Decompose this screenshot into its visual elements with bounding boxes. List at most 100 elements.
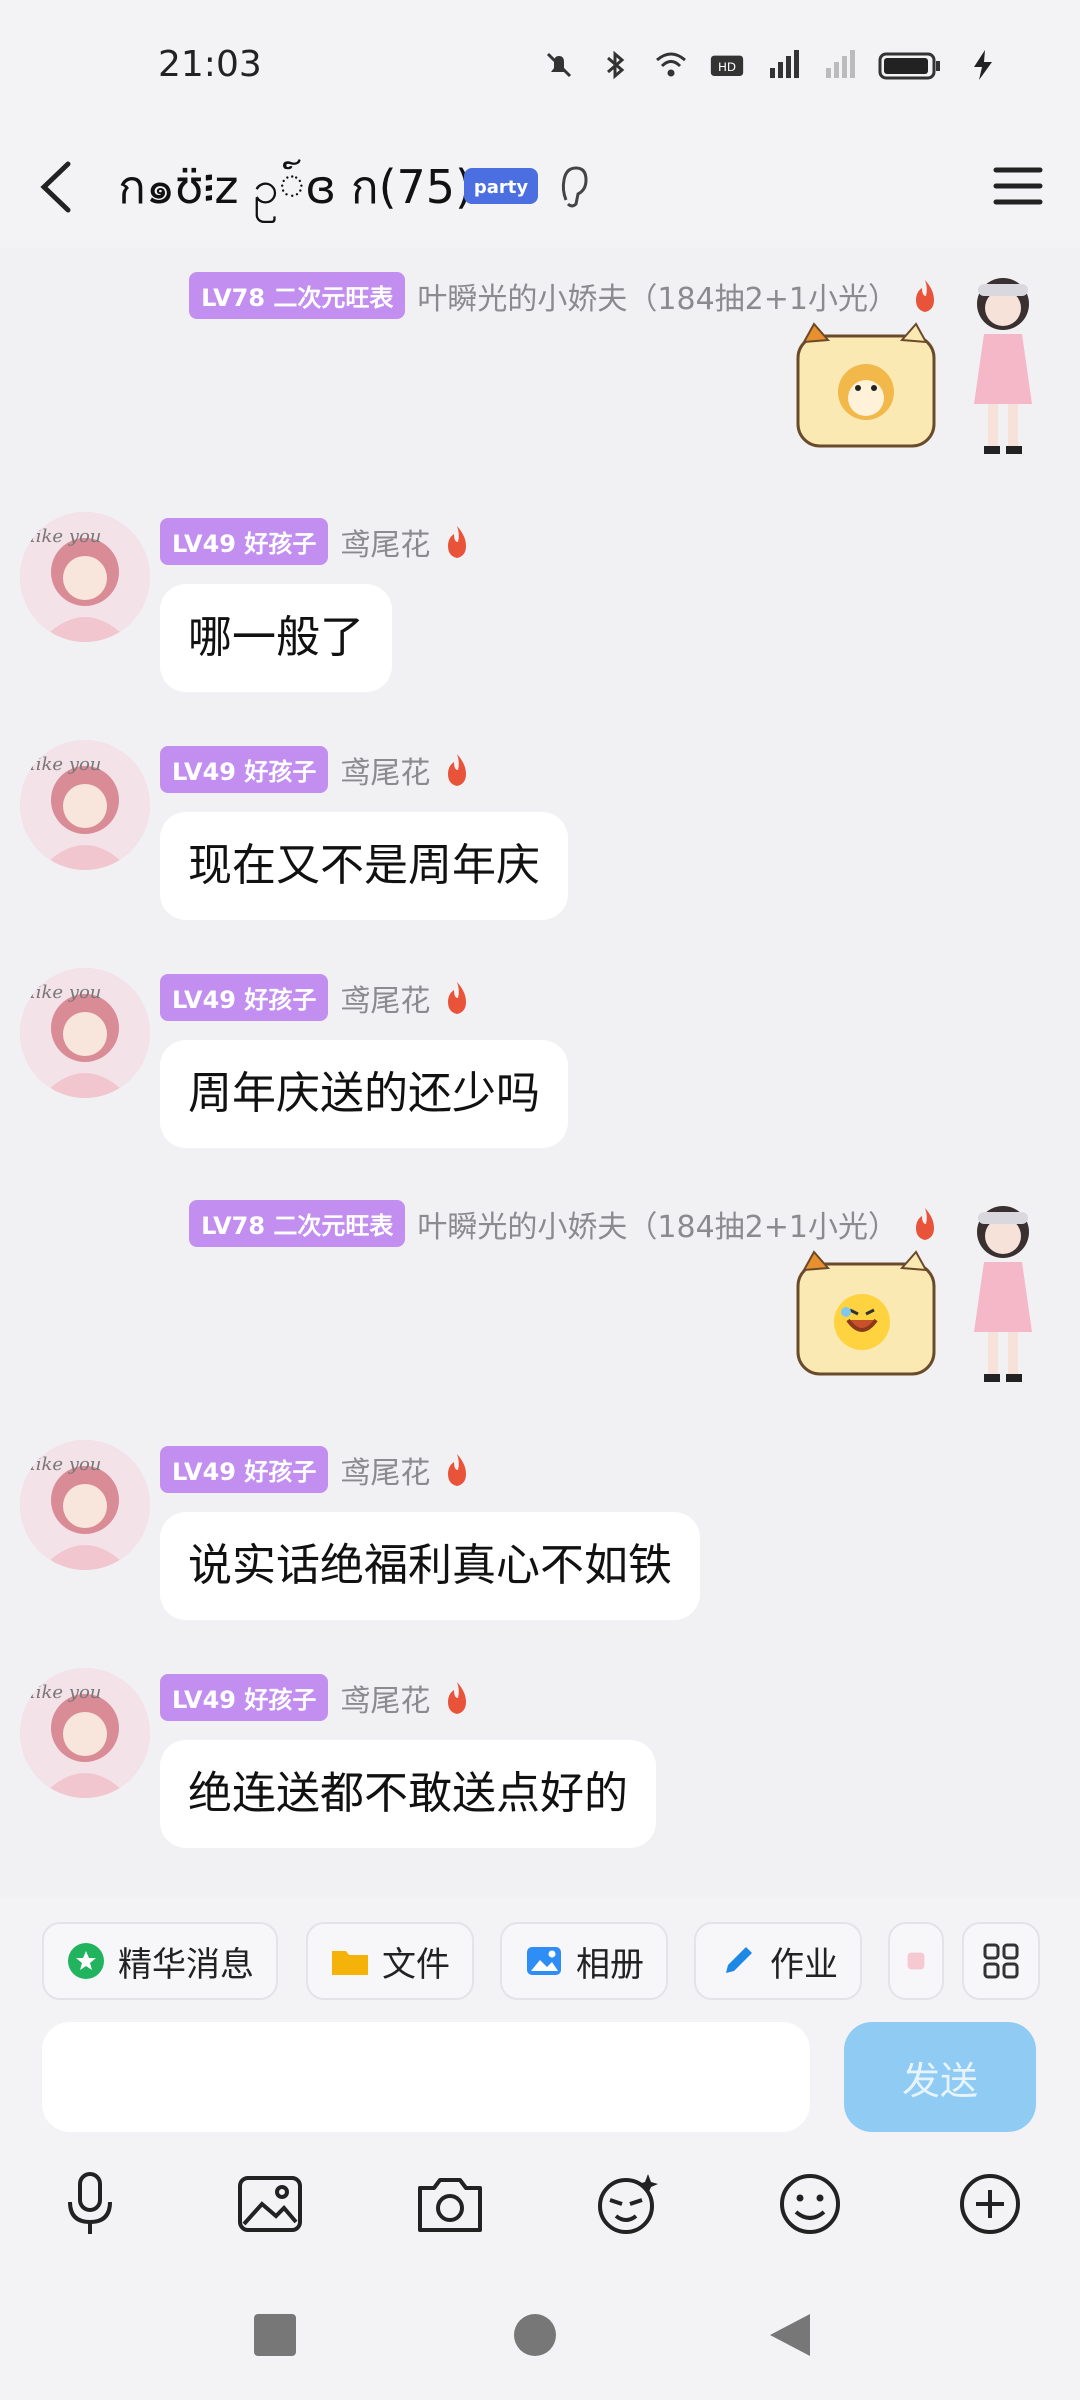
flame-icon <box>448 525 467 558</box>
sender-meta: LV78 二次元旺表 叶瞬光的小娇夫（184抽2+1小光） <box>189 1200 940 1247</box>
sender-name[interactable]: 鸢尾花 <box>340 1448 430 1492</box>
chip-label: 相册 <box>576 1944 644 1985</box>
sender-name[interactable]: 鸢尾花 <box>340 976 430 1020</box>
sender-meta: LV49 好孩子 鸢尾花 <box>160 518 472 565</box>
chip-album[interactable]: 相册 <box>500 1922 668 2000</box>
signal-4g-icon <box>770 50 799 78</box>
flame-icon <box>448 1681 467 1714</box>
system-nav-bar <box>0 2268 1080 2400</box>
message-row: like you LV49 好孩子 鸢尾花 现在又不是周年庆 <box>0 732 1080 942</box>
avatar[interactable]: like you <box>20 1440 150 1570</box>
bluetooth-icon <box>607 50 625 80</box>
quick-toolbar: 精华消息 文件 相册 作业 <box>0 1898 1080 2008</box>
message-list[interactable]: LV78 二次元旺表 叶瞬光的小娇夫（184抽2+1小光） like you L… <box>0 248 1080 1898</box>
chip-label: 文件 <box>382 1944 450 1985</box>
sender-name[interactable]: 叶瞬光的小娇夫（184抽2+1小光） <box>417 274 898 318</box>
star-chat-icon <box>68 1943 104 1979</box>
sender-meta: LV49 好孩子 鸢尾花 <box>160 1674 472 1721</box>
camera-icon[interactable] <box>414 2168 486 2240</box>
message-bubble[interactable]: 哪一般了 <box>160 584 392 692</box>
sender-meta: LV49 好孩子 鸢尾花 <box>160 1446 472 1493</box>
avatar[interactable]: like you <box>20 740 150 870</box>
signal-empty-icon <box>826 50 855 78</box>
sender-name[interactable]: 鸢尾花 <box>340 748 430 792</box>
svg-text:party: party <box>474 177 529 198</box>
level-badge: LV78 二次元旺表 <box>189 272 406 319</box>
message-bubble[interactable]: 周年庆送的还少吗 <box>160 1040 568 1148</box>
chip-label: 精华消息 <box>118 1944 254 1985</box>
sender-name[interactable]: 鸢尾花 <box>340 520 430 564</box>
message-bubble[interactable]: 绝连送都不敢送点好的 <box>160 1740 656 1848</box>
sender-meta: LV78 二次元旺表 叶瞬光的小娇夫（184抽2+1小光） <box>189 272 940 319</box>
recent-apps-icon[interactable] <box>252 2312 298 2358</box>
message-row: like you LV49 好孩子 鸢尾花 说实话绝福利真心不如铁 <box>0 1432 1080 1642</box>
flame-icon <box>448 1453 467 1486</box>
chat-header: ก๑ʊ̈፧ᴢ ဥ៍ɞ ก(75) party <box>0 130 1080 248</box>
send-button[interactable]: 发送 <box>844 2022 1036 2132</box>
image-icon[interactable] <box>234 2168 306 2240</box>
level-badge: LV49 好孩子 <box>160 1446 329 1493</box>
cat-doge-sticker[interactable] <box>790 322 940 452</box>
chip-more-partial[interactable] <box>888 1922 944 2000</box>
magic-emoji-icon[interactable] <box>592 2168 664 2240</box>
avatar[interactable]: like you <box>20 512 150 642</box>
status-time: 21:03 <box>158 44 262 85</box>
message-bubble[interactable]: 现在又不是周年庆 <box>160 812 568 920</box>
home-icon[interactable] <box>512 2312 558 2358</box>
sender-name[interactable]: 鸢尾花 <box>340 1676 430 1720</box>
avatar[interactable]: like you <box>20 1668 150 1798</box>
folder-icon <box>332 1951 368 1975</box>
menu-icon[interactable] <box>992 160 1044 212</box>
party-badge-icon[interactable]: party <box>462 160 540 212</box>
message-row: like you LV49 好孩子 鸢尾花 绝连送都不敢送点好的 <box>0 1660 1080 1870</box>
svg-text:like you: like you <box>30 982 101 1003</box>
back-arrow-icon[interactable] <box>36 152 76 222</box>
svg-text:like you: like you <box>30 1454 101 1475</box>
composer-icons <box>0 2168 1080 2248</box>
pink-sticker-icon <box>907 1952 925 1970</box>
flame-icon <box>916 279 934 312</box>
sender-name[interactable]: 叶瞬光的小娇夫（184抽2+1小光） <box>417 1202 898 1246</box>
svg-text:like you: like you <box>30 1682 101 1703</box>
chip-files[interactable]: 文件 <box>306 1922 474 2000</box>
avatar[interactable] <box>948 264 1058 464</box>
avatar[interactable]: like you <box>20 968 150 1098</box>
charging-icon <box>974 50 992 80</box>
ear-icon[interactable] <box>556 160 592 212</box>
apps-grid-button[interactable] <box>962 1922 1040 2000</box>
svg-text:HD: HD <box>718 60 736 74</box>
back-icon[interactable] <box>766 2310 814 2360</box>
emoji-icon[interactable] <box>774 2168 846 2240</box>
pencil-icon <box>726 1947 752 1973</box>
group-title[interactable]: ก๑ʊ̈፧ᴢ ဥ៍ɞ ก(75) <box>118 152 473 222</box>
status-bar: 21:03 HD <box>0 0 1080 130</box>
plus-icon[interactable] <box>954 2168 1026 2240</box>
avatar[interactable] <box>948 1192 1058 1392</box>
level-badge: LV49 好孩子 <box>160 746 329 793</box>
sender-meta: LV49 好孩子 鸢尾花 <box>160 974 472 1021</box>
sender-meta: LV49 好孩子 鸢尾花 <box>160 746 472 793</box>
svg-text:like you: like you <box>30 526 101 547</box>
grid-icon <box>983 1943 1019 1979</box>
microphone-icon[interactable] <box>54 2168 126 2240</box>
composer: 发送 <box>0 2008 1080 2268</box>
level-badge: LV49 好孩子 <box>160 518 329 565</box>
flame-icon <box>916 1207 934 1240</box>
wifi-icon <box>656 52 686 77</box>
cat-laugh-sticker[interactable] <box>790 1250 940 1380</box>
chip-homework[interactable]: 作业 <box>694 1922 862 2000</box>
svg-text:like you: like you <box>30 754 101 775</box>
message-row: LV78 二次元旺表 叶瞬光的小娇夫（184抽2+1小光） <box>0 1192 1080 1432</box>
message-input[interactable] <box>42 2022 810 2132</box>
flame-icon <box>448 753 467 786</box>
mute-icon <box>546 52 572 78</box>
status-icons: HD <box>542 48 1000 82</box>
chip-essence[interactable]: 精华消息 <box>42 1922 278 2000</box>
message-bubble[interactable]: 说实话绝福利真心不如铁 <box>160 1512 700 1620</box>
photo-icon <box>527 1947 561 1975</box>
chip-label: 作业 <box>770 1944 838 1985</box>
message-row: like you LV49 好孩子 鸢尾花 周年庆送的还少吗 <box>0 960 1080 1170</box>
battery-icon <box>878 52 940 80</box>
level-badge: LV78 二次元旺表 <box>189 1200 406 1247</box>
message-row: LV78 二次元旺表 叶瞬光的小娇夫（184抽2+1小光） <box>0 264 1080 494</box>
